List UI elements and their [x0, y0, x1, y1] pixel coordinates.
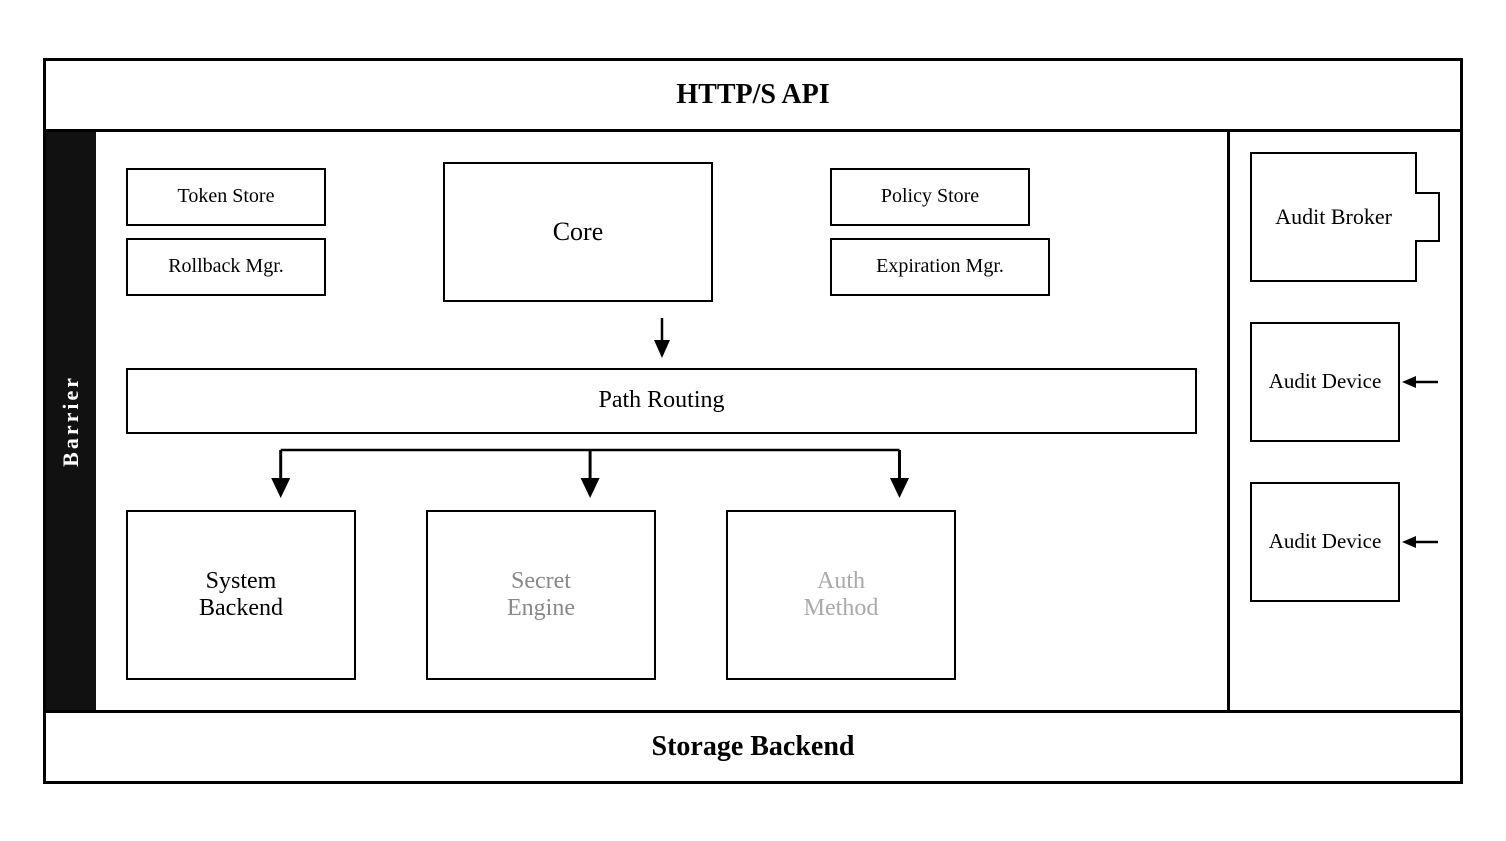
barrier-text: Barrier — [58, 375, 84, 467]
http-api-bar: HTTP/S API — [46, 61, 1460, 132]
core-box-wrapper: Core — [443, 162, 713, 302]
policy-store-label: Policy Store — [881, 185, 979, 208]
rollback-mgr-box: Rollback Mgr. — [126, 238, 326, 296]
auth-method-box: Auth Method — [726, 510, 956, 680]
gap2 — [676, 510, 706, 680]
core-label: Core — [553, 217, 604, 247]
core-box: Core — [443, 162, 713, 302]
audit-device-1-row: Audit Device — [1250, 322, 1440, 442]
system-backend-box: System Backend — [126, 510, 356, 680]
arrow-to-audit-1 — [1400, 372, 1440, 392]
audit-device-2-box: Audit Device — [1250, 482, 1400, 602]
middle-section: Barrier Token Store Rollback Mgr. — [46, 132, 1460, 710]
core-to-routing-arrow — [126, 318, 1197, 358]
left-column: Token Store Rollback Mgr. — [126, 168, 326, 296]
secret-engine-label: Secret Engine — [507, 568, 575, 622]
right-column: Policy Store Expiration Mgr. — [830, 168, 1050, 296]
path-routing-row: Path Routing — [126, 368, 1197, 434]
storage-backend-bar: Storage Backend — [46, 710, 1460, 781]
system-backend-label: System Backend — [199, 568, 283, 622]
rollback-mgr-label: Rollback Mgr. — [168, 255, 284, 278]
audit-broker-row: Audit Broker — [1250, 152, 1440, 282]
audit-broker-connector — [1415, 192, 1440, 242]
auth-method-label: Auth Method — [804, 568, 879, 622]
audit-device-2-label: Audit Device — [1269, 529, 1382, 554]
right-panel: Audit Broker Audit Device — [1230, 132, 1460, 710]
audit-broker-label: Audit Broker — [1275, 204, 1392, 230]
expiration-mgr-box: Expiration Mgr. — [830, 238, 1050, 296]
arrow-to-audit-2 — [1400, 532, 1440, 552]
storage-backend-label: Storage Backend — [652, 731, 855, 762]
policy-store-box: Policy Store — [830, 168, 1030, 226]
http-api-label: HTTP/S API — [676, 79, 829, 110]
audit-device-1-label: Audit Device — [1269, 369, 1382, 394]
gap1 — [376, 510, 406, 680]
top-row: Token Store Rollback Mgr. Core Policy St… — [126, 162, 1197, 302]
audit-broker-box: Audit Broker — [1250, 152, 1417, 282]
secret-engine-box: Secret Engine — [426, 510, 656, 680]
audit-device-2-row: Audit Device — [1250, 482, 1440, 602]
path-routing-label: Path Routing — [598, 387, 724, 414]
main-content: Token Store Rollback Mgr. Core Policy St… — [96, 132, 1230, 710]
token-store-box: Token Store — [126, 168, 326, 226]
expiration-mgr-label: Expiration Mgr. — [876, 255, 1004, 278]
architecture-diagram: HTTP/S API Barrier Token Store Rollback … — [43, 58, 1463, 784]
barrier-label: Barrier — [46, 132, 96, 710]
path-routing-box: Path Routing — [126, 368, 1197, 434]
audit-device-1-box: Audit Device — [1250, 322, 1400, 442]
branch-arrows — [126, 440, 1197, 510]
token-store-label: Token Store — [178, 185, 275, 208]
bottom-boxes-row: System Backend Secret Engine Auth Method — [126, 510, 1197, 680]
